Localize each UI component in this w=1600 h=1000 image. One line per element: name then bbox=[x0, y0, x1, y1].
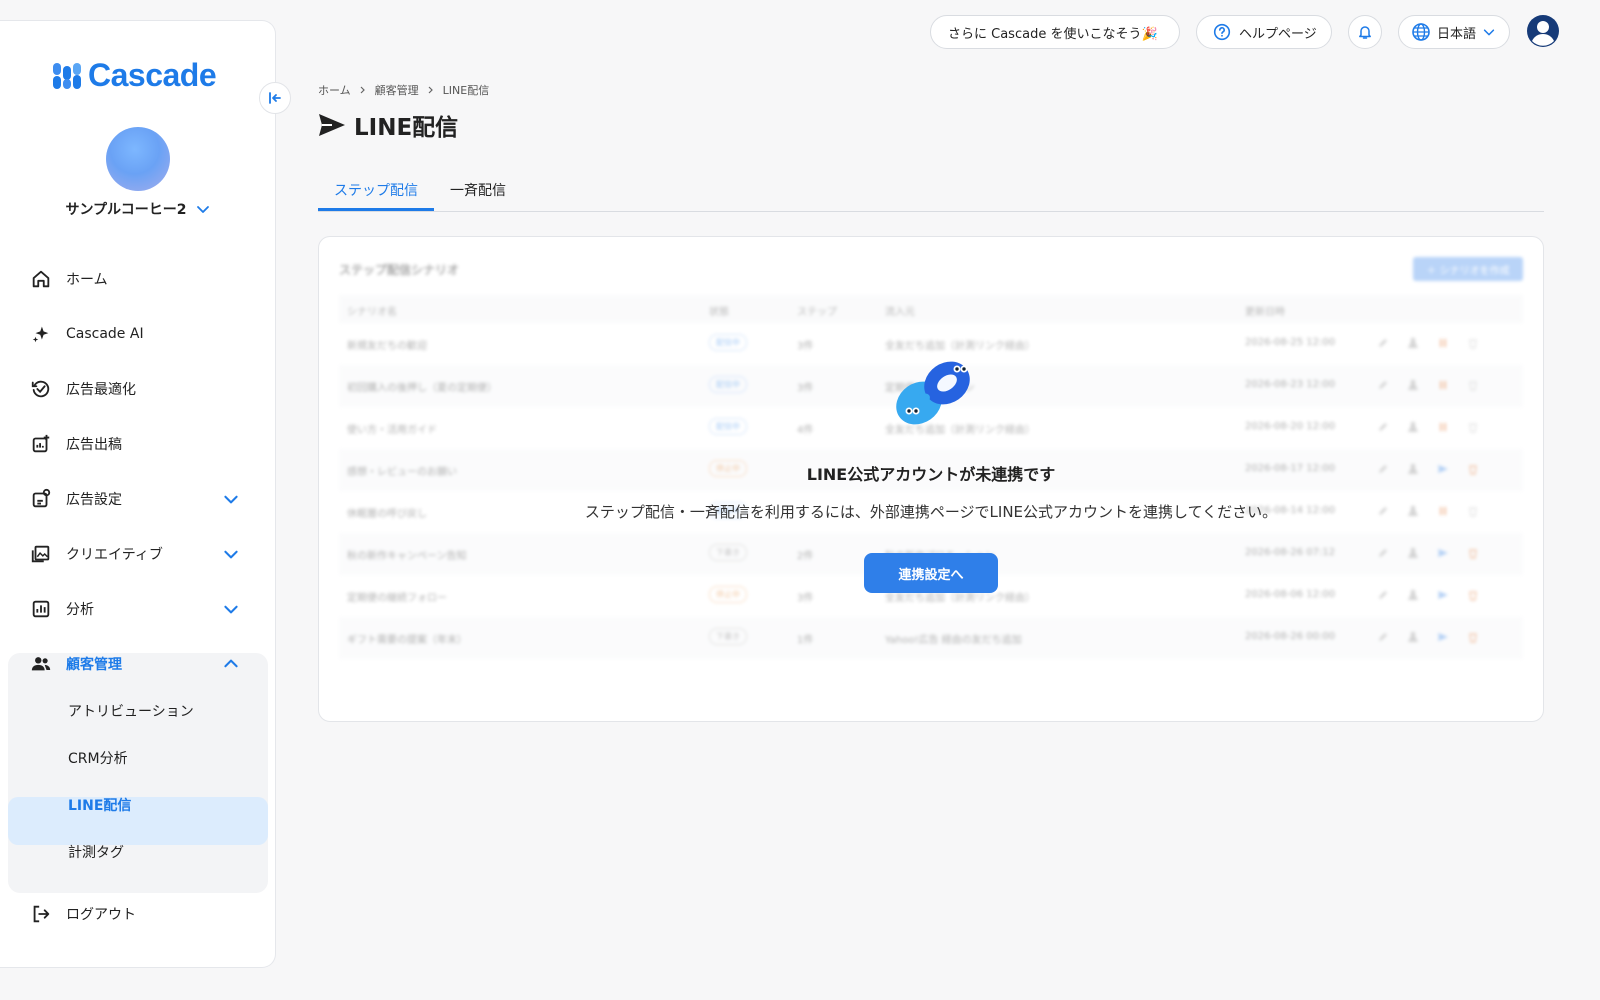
sidebar-subitem-attribution[interactable]: アトリビューション bbox=[68, 701, 194, 721]
sidebar-collapse-button[interactable] bbox=[259, 82, 291, 114]
logo[interactable]: Cascade bbox=[52, 57, 217, 94]
help-label: ヘルプページ bbox=[1239, 26, 1317, 42]
overlay-message: ステップ配信・一斉配信を利用するには、外部連携ページでLINE公式アカウントを連… bbox=[584, 503, 1278, 521]
user-avatar-icon[interactable] bbox=[1526, 14, 1560, 48]
collapse-left-icon bbox=[269, 92, 281, 104]
tab-step-delivery[interactable]: ステップ配信 bbox=[334, 180, 418, 200]
chevron-down-icon[interactable] bbox=[222, 600, 240, 618]
overlay-title: LINE公式アカウントが未連携です bbox=[806, 465, 1056, 484]
sidebar-item-analytics[interactable]: 分析 bbox=[30, 597, 94, 621]
chevron-down-icon bbox=[196, 206, 209, 213]
home-icon bbox=[32, 270, 50, 288]
tab-active-indicator bbox=[318, 208, 434, 211]
promo-button[interactable]: さらに Cascade を使いこなそう🎉 bbox=[930, 15, 1180, 49]
settings-icon bbox=[32, 488, 51, 508]
sidebar-subitem-line-delivery[interactable]: LINE配信 bbox=[68, 795, 131, 815]
scenario-card: ステップ配信シナリオ ＋ シナリオを作成 シナリオ名 状態 ステップ 流入元 更… bbox=[318, 236, 1544, 722]
sidebar-item-label: 顧客管理 bbox=[66, 657, 122, 673]
tab-bar: ステップ配信 一斉配信 bbox=[318, 170, 1544, 212]
unlinked-overlay: LINE公式アカウントが未連携です ステップ配信・一斉配信を利用するには、外部連… bbox=[319, 237, 1543, 721]
logo-text: Cascade bbox=[88, 57, 217, 93]
chart-icon bbox=[32, 600, 50, 618]
sidebar-subitem-tracking-tag[interactable]: 計測タグ bbox=[68, 842, 124, 862]
sidebar-item-home[interactable]: ホーム bbox=[30, 267, 108, 291]
breadcrumb-current: LINE配信 bbox=[442, 84, 490, 97]
users-icon bbox=[31, 657, 51, 671]
sidebar-item-logout[interactable]: ログアウト bbox=[30, 902, 136, 926]
sidebar-item-ad-publish[interactable]: 広告出稿 bbox=[30, 432, 122, 456]
sidebar-item-label: 分析 bbox=[66, 602, 94, 618]
help-icon bbox=[1213, 23, 1231, 41]
sidebar-subitem-crm-analysis[interactable]: CRM分析 bbox=[68, 748, 128, 768]
chevron-down-icon[interactable] bbox=[222, 545, 240, 563]
chevron-right-icon bbox=[428, 86, 433, 94]
account-switcher[interactable]: サンプルコーヒー2 bbox=[0, 199, 276, 219]
cascade-logo-icon bbox=[53, 62, 81, 89]
notifications-button[interactable] bbox=[1348, 15, 1382, 49]
sparkle-icon bbox=[32, 326, 49, 343]
chevron-right-icon bbox=[360, 86, 365, 94]
connect-settings-button[interactable]: 連携設定へ bbox=[864, 553, 998, 593]
sidebar-item-label: 広告出稿 bbox=[66, 437, 122, 453]
logout-icon bbox=[33, 905, 50, 923]
sidebar-item-label: 広告設定 bbox=[66, 492, 122, 508]
chevron-down-icon bbox=[1483, 29, 1495, 36]
breadcrumb-customer-management[interactable]: 顧客管理 bbox=[375, 82, 419, 98]
sidebar-item-ad-settings[interactable]: 広告設定 bbox=[30, 487, 122, 511]
language-select[interactable]: 日本語 bbox=[1398, 15, 1510, 49]
account-name: サンプルコーヒー2 bbox=[65, 202, 187, 218]
globe-icon bbox=[1412, 23, 1430, 41]
sidebar-item-customer-management[interactable]: 顧客管理 bbox=[30, 652, 122, 676]
breadcrumb-home[interactable]: ホーム bbox=[318, 82, 351, 98]
account-avatar bbox=[106, 127, 170, 191]
sidebar: Cascade サンプルコーヒー2 ホーム Cascade AI 広告最適化 広… bbox=[0, 20, 276, 968]
image-icon bbox=[31, 545, 50, 563]
sidebar-item-label: クリエイティブ bbox=[66, 547, 163, 563]
bell-icon bbox=[1359, 26, 1371, 39]
sidebar-item-creative[interactable]: クリエイティブ bbox=[30, 542, 163, 566]
send-icon bbox=[319, 114, 345, 136]
customer-group-panel bbox=[8, 653, 268, 893]
page-title: LINE配信 bbox=[318, 108, 458, 142]
sidebar-item-label: ホーム bbox=[66, 272, 108, 288]
sidebar-item-label: 広告最適化 bbox=[66, 382, 136, 398]
sidebar-item-label: Cascade AI bbox=[66, 326, 144, 342]
sidebar-item-cascade-ai[interactable]: Cascade AI bbox=[30, 322, 144, 346]
page-title-text: LINE配信 bbox=[354, 115, 459, 141]
chain-link-illustration bbox=[896, 361, 970, 425]
tab-broadcast[interactable]: 一斉配信 bbox=[450, 180, 506, 200]
optimize-icon bbox=[31, 380, 50, 398]
language-label: 日本語 bbox=[1437, 26, 1477, 42]
sub-item-active-bg bbox=[8, 797, 268, 845]
sidebar-item-label: ログアウト bbox=[66, 907, 136, 923]
breadcrumb: ホーム 顧客管理 LINE配信 bbox=[318, 82, 489, 98]
sidebar-item-ad-optimization[interactable]: 広告最適化 bbox=[30, 377, 136, 401]
chevron-down-icon[interactable] bbox=[222, 490, 240, 508]
publish-icon bbox=[32, 434, 50, 453]
promo-label: さらに Cascade を使いこなそう🎉 bbox=[948, 26, 1158, 42]
chevron-up-icon[interactable] bbox=[222, 655, 240, 673]
help-button[interactable]: ヘルプページ bbox=[1196, 15, 1332, 49]
